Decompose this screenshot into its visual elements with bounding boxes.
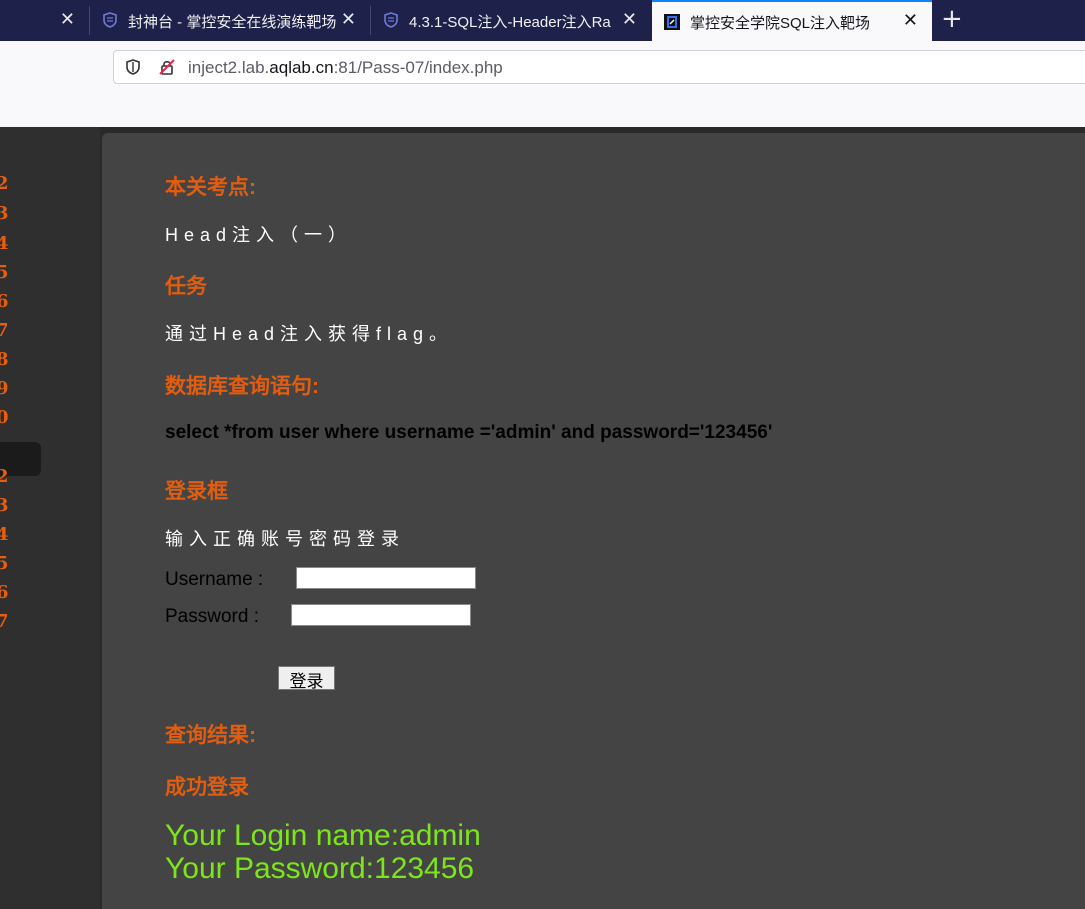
- new-tab-button[interactable]: +: [941, 4, 963, 34]
- tab-partial[interactable]: ✕: [0, 0, 89, 41]
- close-tab-icon[interactable]: ✕: [903, 10, 918, 31]
- heading-task: 任务: [165, 275, 207, 298]
- navigation-toolbar: inject2.lab.aqlab.cn:81/Pass-07/index.ph…: [0, 41, 1085, 127]
- sidebar-level-number[interactable]: 5: [0, 262, 9, 283]
- heading-sql-query: 数据库查询语句:: [165, 375, 319, 398]
- tab-sql-lab-active[interactable]: 掌控安全学院SQL注入靶场 ✕: [652, 0, 932, 41]
- sidebar-level-number[interactable]: 5: [0, 553, 9, 574]
- sidebar-level-number[interactable]: 6: [0, 291, 9, 312]
- sidebar-level-number[interactable]: 9: [0, 378, 9, 399]
- sidebar-level-number[interactable]: 4: [0, 233, 9, 254]
- url-text: inject2.lab.aqlab.cn:81/Pass-07/index.ph…: [188, 58, 503, 77]
- sidebar-level-number[interactable]: 7: [0, 611, 9, 632]
- level-sidebar: 2 3 4 5 6 7 8 9 0 2 3 4 5 6 7: [0, 127, 100, 909]
- tab-title: 4.3.1-SQL注入-Header注入Ra: [409, 14, 611, 31]
- sidebar-level-number[interactable]: 8: [0, 349, 9, 370]
- username-input[interactable]: [296, 567, 476, 589]
- shield-logo-icon: [103, 12, 117, 28]
- shield-logo-icon: [384, 12, 398, 28]
- sidebar-level-number[interactable]: 3: [0, 495, 9, 516]
- tab-title: 封神台 - 掌控安全在线演练靶场: [128, 14, 337, 31]
- username-label: Username :: [165, 569, 264, 590]
- heading-query-result: 查询结果:: [165, 724, 256, 747]
- result-password: Your Password:123456: [165, 852, 475, 885]
- password-label: Password :: [165, 606, 259, 627]
- close-tab-icon[interactable]: ✕: [622, 9, 637, 30]
- login-button[interactable]: 登录: [278, 666, 335, 692]
- sidebar-level-number[interactable]: 6: [0, 582, 9, 603]
- sidebar-level-number[interactable]: 2: [0, 466, 9, 487]
- close-tab-icon[interactable]: ✕: [341, 9, 356, 30]
- heading-test-point: 本关考点:: [165, 176, 256, 199]
- close-tab-icon[interactable]: ✕: [60, 9, 75, 30]
- test-point-text: Head注入（一）: [165, 225, 353, 245]
- sidebar-level-number[interactable]: 7: [0, 320, 9, 341]
- content-panel: 本关考点: Head注入（一） 任务 通过Head注入获得flag。 数据库查询…: [102, 133, 1085, 909]
- sql-query-text: select *from user where username ='admin…: [165, 422, 773, 443]
- sidebar-level-number[interactable]: 4: [0, 524, 9, 545]
- sidebar-level-number[interactable]: 2: [0, 173, 9, 194]
- task-text: 通过Head注入获得flag。: [165, 324, 454, 344]
- sidebar-level-number[interactable]: 0: [0, 407, 9, 428]
- tab-header-injection[interactable]: 4.3.1-SQL注入-Header注入Ra ✕: [371, 0, 651, 41]
- url-bar[interactable]: inject2.lab.aqlab.cn:81/Pass-07/index.ph…: [113, 50, 1085, 84]
- password-input[interactable]: [291, 604, 471, 626]
- result-login-name: Your Login name:admin: [165, 819, 481, 852]
- lab-logo-icon: [664, 14, 680, 30]
- insecure-lock-icon[interactable]: [158, 58, 176, 76]
- tab-bar: ✕ 封神台 - 掌控安全在线演练靶场 ✕ 4.3.1-SQL注入-Header注…: [0, 0, 1085, 41]
- login-hint: 输入正确账号密码登录: [165, 529, 405, 549]
- login-success-text: 成功登录: [165, 776, 249, 799]
- tab-fengshentai[interactable]: 封神台 - 掌控安全在线演练靶场 ✕: [90, 0, 370, 41]
- tracking-shield-icon[interactable]: [124, 58, 142, 76]
- sidebar-level-number[interactable]: 3: [0, 203, 9, 224]
- tab-title: 掌控安全学院SQL注入靶场: [690, 15, 871, 32]
- heading-login-box: 登录框: [165, 480, 228, 503]
